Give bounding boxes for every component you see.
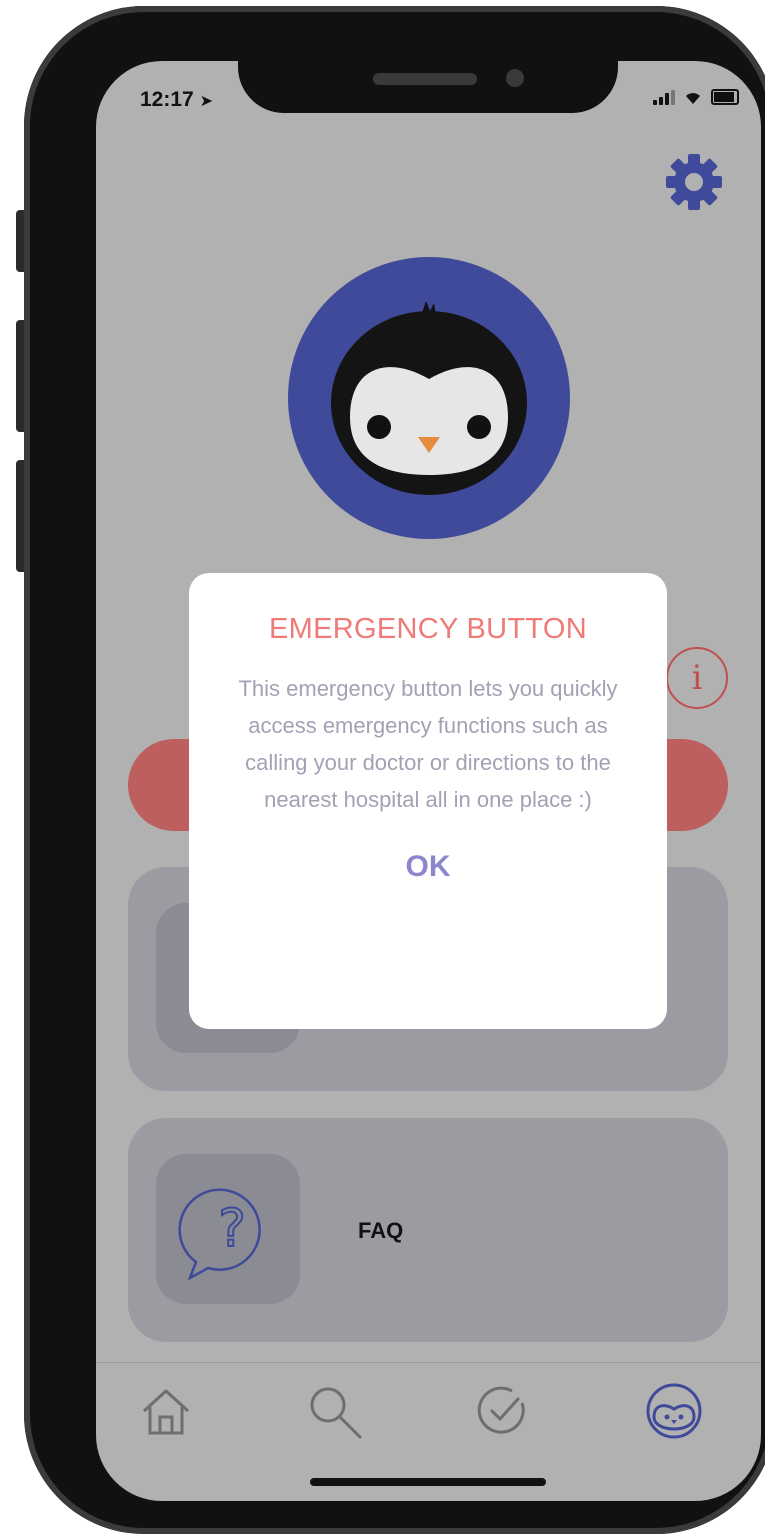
phone-screen: 12:17 ➤ i ? FAQ EMERGENCY BUTTON This em… — [96, 61, 761, 1501]
home-indicator[interactable] — [310, 1478, 546, 1486]
faq-icon-box: ? — [156, 1154, 300, 1304]
status-indicators — [653, 89, 739, 105]
ok-button[interactable]: OK — [388, 846, 469, 888]
info-icon[interactable]: i — [666, 647, 728, 709]
wifi-icon — [686, 93, 700, 104]
status-time-text: 12:17 — [140, 88, 194, 111]
battery-icon — [711, 89, 739, 105]
penguin-tab-icon[interactable] — [644, 1381, 704, 1441]
status-time: 12:17 ➤ — [140, 88, 213, 112]
location-arrow-icon: ➤ — [199, 93, 213, 110]
emergency-info-dialog: EMERGENCY BUTTON This emergency button l… — [189, 573, 667, 1029]
svg-text:?: ? — [218, 1199, 246, 1259]
penguin-avatar-icon[interactable] — [288, 257, 570, 539]
gear-icon[interactable] — [662, 150, 726, 214]
check-circle-icon[interactable] — [472, 1381, 532, 1441]
dialog-message: This emergency button lets you quickly a… — [238, 676, 618, 812]
tab-bar-divider — [96, 1362, 761, 1363]
home-icon[interactable] — [136, 1381, 196, 1441]
question-bubble-icon: ? — [178, 1188, 261, 1281]
front-camera — [506, 69, 524, 87]
faq-card[interactable]: ? FAQ — [128, 1118, 728, 1342]
search-icon[interactable] — [304, 1381, 364, 1441]
faq-label: FAQ — [358, 1218, 404, 1243]
cellular-signal-icon — [653, 89, 675, 105]
notch — [238, 61, 618, 113]
dialog-title: EMERGENCY BUTTON — [269, 613, 587, 645]
phone-frame: 12:17 ➤ i ? FAQ EMERGENCY BUTTON This em… — [24, 6, 765, 1534]
speaker-grille — [373, 73, 477, 85]
